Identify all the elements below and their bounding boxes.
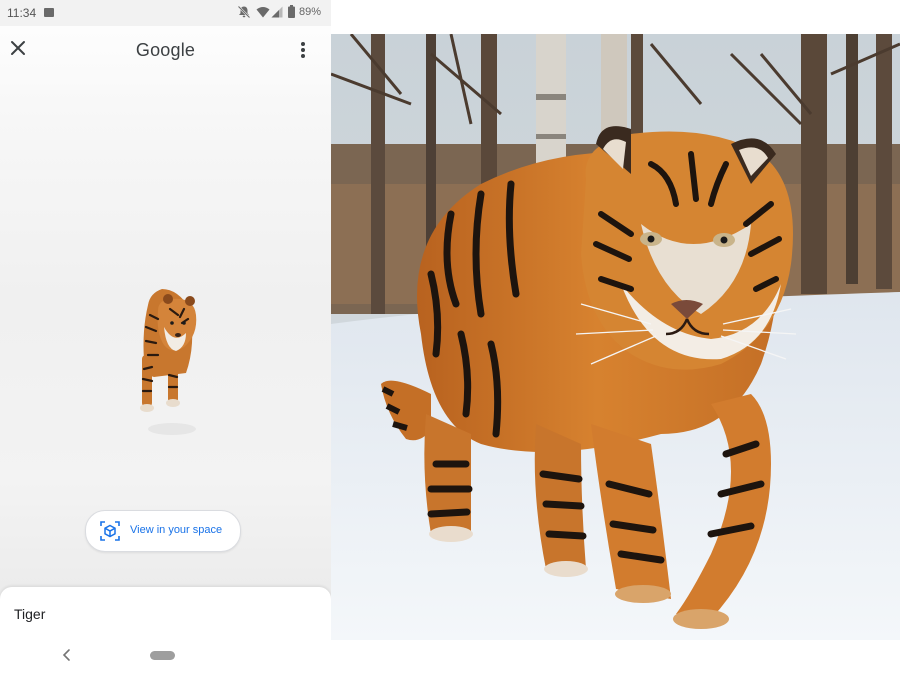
phone-screen: 11:34 89% Google View in your space Tige… xyxy=(0,0,331,674)
app-bar: Google xyxy=(0,26,331,76)
result-title: Tiger xyxy=(14,606,46,622)
ar-cube-icon xyxy=(100,521,120,541)
image-notification-icon xyxy=(44,8,54,17)
bell-off-icon xyxy=(237,5,251,19)
bottom-sheet[interactable]: Tiger xyxy=(0,587,331,674)
tiger-photo xyxy=(331,34,900,640)
nav-home-pill[interactable] xyxy=(150,651,175,660)
battery-percent: 89% xyxy=(299,6,322,18)
app-title: Google xyxy=(135,40,196,60)
status-bar: 11:34 89% xyxy=(0,0,331,26)
status-time: 11:34 xyxy=(7,6,37,20)
cellular-signal-icon xyxy=(271,6,283,18)
tiger-3d-model[interactable] xyxy=(128,275,210,455)
wifi-icon xyxy=(256,7,270,18)
ar-button-label: View in your space xyxy=(130,524,223,536)
battery-icon xyxy=(288,5,295,18)
more-options-icon[interactable] xyxy=(293,38,313,62)
nav-back-icon[interactable] xyxy=(60,648,74,662)
view-in-your-space-button[interactable]: View in your space xyxy=(85,510,241,552)
